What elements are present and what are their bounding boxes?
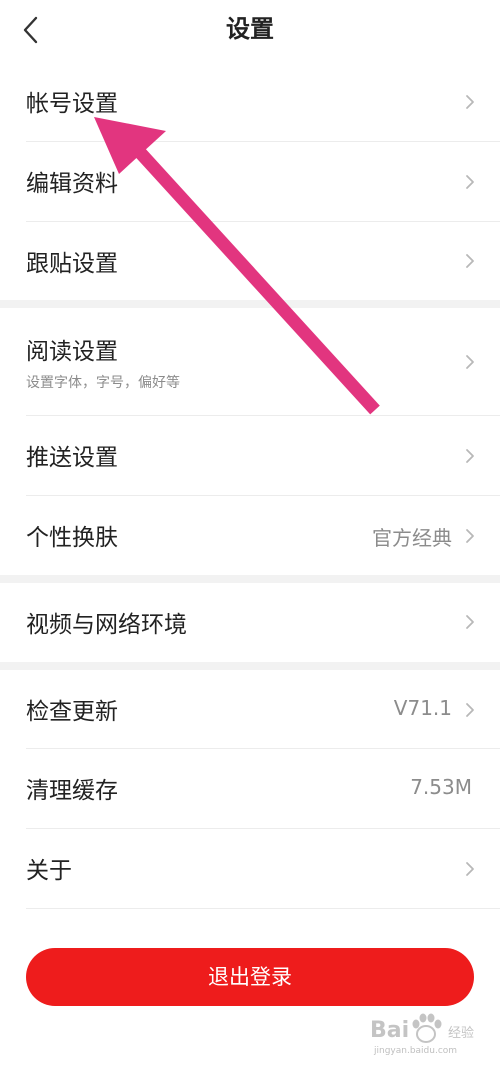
chevron-left-icon xyxy=(23,16,38,44)
chevron-right-icon xyxy=(464,861,476,877)
logout-button[interactable]: 退出登录 xyxy=(26,948,474,1006)
chevron-right-icon xyxy=(464,448,476,464)
row-label-follow-post: 跟贴设置 xyxy=(26,251,118,277)
watermark-brand: Bai xyxy=(370,1018,410,1043)
paw-logo-icon xyxy=(412,1013,442,1043)
chevron-right-icon xyxy=(464,702,476,718)
settings-row-check-update[interactable]: 检查更新 V71.1 xyxy=(0,670,500,749)
settings-row-reading[interactable]: 阅读设置 设置字体，字号，偏好等 xyxy=(0,308,500,416)
row-value-skin: 官方经典 xyxy=(372,526,452,550)
watermark-url: jingyan.baidu.com xyxy=(374,1046,458,1056)
chevron-right-icon xyxy=(464,94,476,110)
row-label-push: 推送设置 xyxy=(26,445,118,471)
settings-row-push[interactable]: 推送设置 xyxy=(0,416,500,496)
page-title: 设置 xyxy=(226,15,274,43)
back-button[interactable] xyxy=(14,12,50,48)
settings-row-account[interactable]: 帐号设置 xyxy=(0,62,500,142)
section-gap xyxy=(0,300,500,308)
section-gap xyxy=(0,662,500,670)
settings-row-skin[interactable]: 个性换肤 官方经典 xyxy=(0,496,500,575)
watermark-brand-cn: 经验 xyxy=(448,1026,475,1041)
chevron-right-icon xyxy=(464,253,476,269)
chevron-right-icon xyxy=(464,354,476,370)
row-label-video-network: 视频与网络环境 xyxy=(26,612,187,638)
row-label-reading: 阅读设置 xyxy=(26,339,118,365)
settings-row-edit-profile[interactable]: 编辑资料 xyxy=(0,142,500,222)
row-label-account: 帐号设置 xyxy=(26,91,118,117)
row-label-about: 关于 xyxy=(26,858,72,884)
chevron-right-icon xyxy=(464,528,476,544)
row-sublabel-reading: 设置字体，字号，偏好等 xyxy=(26,375,180,391)
row-label-edit-profile: 编辑资料 xyxy=(26,171,118,197)
chevron-right-icon xyxy=(464,614,476,630)
row-divider xyxy=(26,908,500,909)
settings-row-clear-cache[interactable]: 清理缓存 7.53M xyxy=(0,749,500,829)
baidu-watermark: Bai 经验 jingyan.baidu.com xyxy=(370,1012,480,1060)
settings-row-follow-post[interactable]: 跟贴设置 xyxy=(0,222,500,300)
settings-screen: 设置 帐号设置 编辑资料 跟贴设置 阅读设置 设置字体，字号，偏好等 推送设置 … xyxy=(0,0,500,1071)
settings-row-video-network[interactable]: 视频与网络环境 xyxy=(0,583,500,662)
row-value-version: V71.1 xyxy=(393,696,452,720)
row-label-skin: 个性换肤 xyxy=(26,525,118,551)
header-bar: 设置 xyxy=(0,0,500,62)
row-label-check-update: 检查更新 xyxy=(26,699,118,725)
settings-row-about[interactable]: 关于 xyxy=(0,829,500,909)
row-label-clear-cache: 清理缓存 xyxy=(26,778,118,804)
row-value-cache-size: 7.53M xyxy=(410,775,472,799)
chevron-right-icon xyxy=(464,174,476,190)
section-gap xyxy=(0,575,500,583)
